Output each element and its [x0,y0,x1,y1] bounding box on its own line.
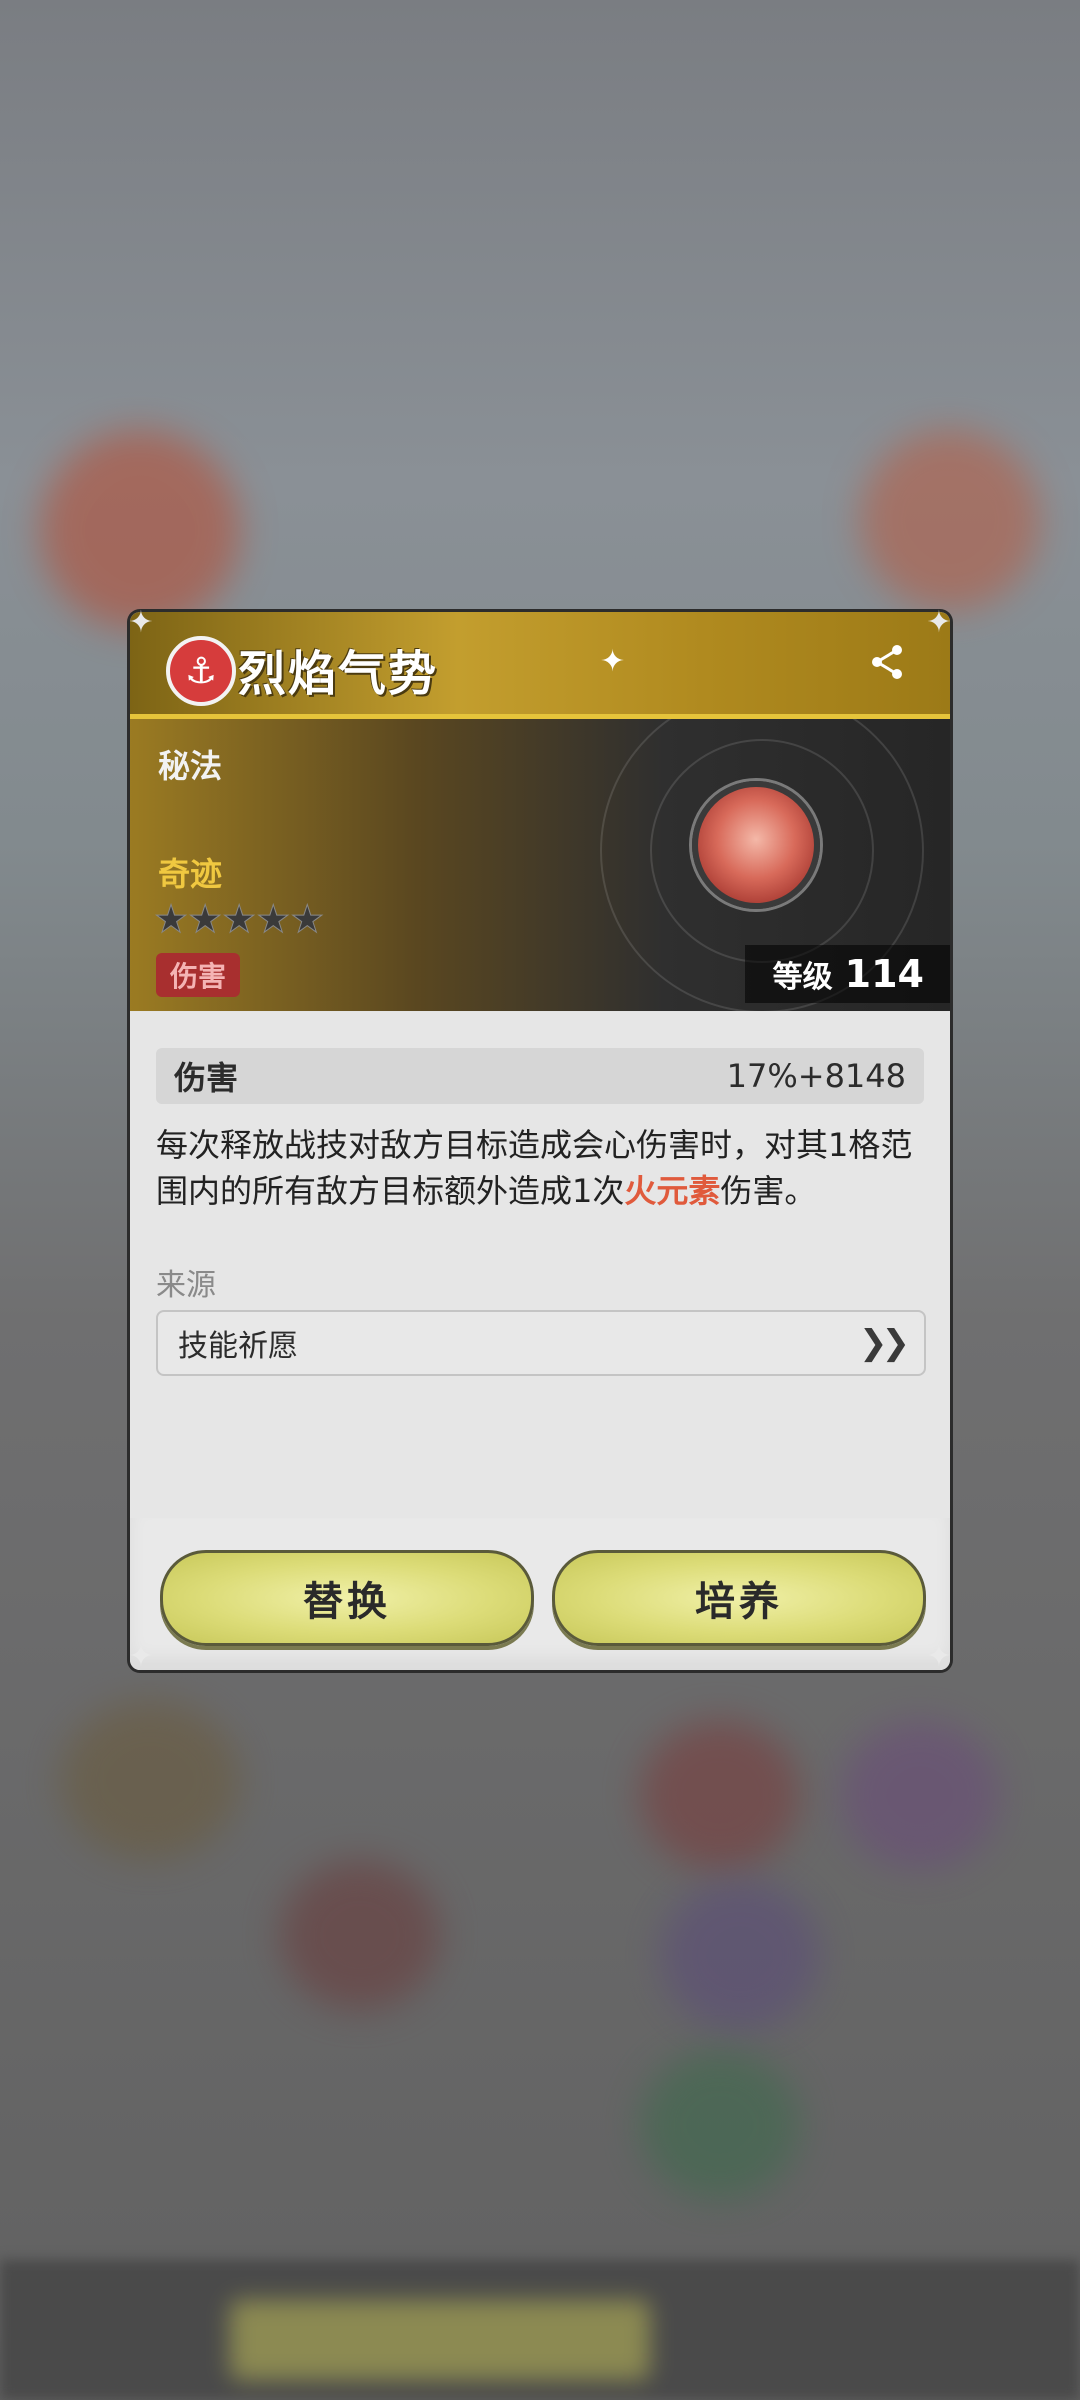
double-chevron-right-icon: ❯❯ [859,1323,910,1363]
stat-row: 伤害 17%+8148 [156,1048,924,1104]
stat-label: 伤害 [174,1059,239,1097]
source-item-label: 技能祈愿 [178,1329,298,1364]
level-label: 等级 [772,960,833,995]
level-value: 114 [844,952,924,996]
skill-tag: 伤害 [156,953,241,997]
corner-ornament-icon: ✦ [926,1639,952,1674]
skill-description: 每次释放战技对敌方目标造成会心伤害时，对其1格范围内的所有敌方目标额外造成1次火… [156,1122,926,1214]
background-blob [640,1720,800,1870]
source-item[interactable]: 技能祈愿 ❯❯ [156,1310,926,1376]
share-icon-glyph [872,645,902,679]
skill-banner: 秘法 奇迹 ★★★★★ 伤害 等级 114 [130,719,950,1011]
corner-ornament-icon: ✦ [926,605,952,640]
share-icon[interactable] [864,642,910,688]
background-blob [840,1720,1000,1870]
corner-ornament-icon: ✦ [128,605,154,640]
background-blob [60,1700,240,1860]
sparkle-icon: ✦ [600,644,626,679]
anchor-emblem-icon: ⚓ [166,636,236,706]
background-bottom-button [230,2300,650,2380]
background-blob [280,1860,440,2010]
fire-orb-icon [692,781,820,909]
stat-value: 17%+8148 [726,1057,906,1095]
star-rating: ★★★★★ [153,897,325,942]
dialog-header: ⚓ 烈焰气势 ✦ [130,612,950,719]
description-text-end: 伤害。 [720,1172,817,1210]
skill-rarity: 奇迹 [158,855,223,893]
source-label: 来源 [156,1268,216,1303]
replace-button[interactable]: 替换 [160,1550,534,1646]
skill-type: 秘法 [158,747,223,785]
level-badge: 等级 114 [744,945,950,1003]
background-blob [660,1880,820,2030]
background-blob [860,430,1040,610]
skill-detail-dialog: ⚓ 烈焰气势 ✦ 秘法 奇迹 ★★★★★ 伤害 等级 114 伤害 17%+81… [130,612,950,1670]
dialog-footer: 替换 培养 [130,1518,950,1670]
skill-content: 伤害 17%+8148 每次释放战技对敌方目标造成会心伤害时，对其1格范围内的所… [130,1012,950,1518]
background-bottom-bar [0,2260,1080,2400]
background-blob [40,430,240,630]
cultivate-button[interactable]: 培养 [552,1550,926,1646]
corner-ornament-icon: ✦ [128,1639,154,1674]
element-highlight: 火元素 [624,1172,721,1210]
background-blob [640,2050,800,2200]
skill-title: 烈焰气势 [238,646,439,702]
